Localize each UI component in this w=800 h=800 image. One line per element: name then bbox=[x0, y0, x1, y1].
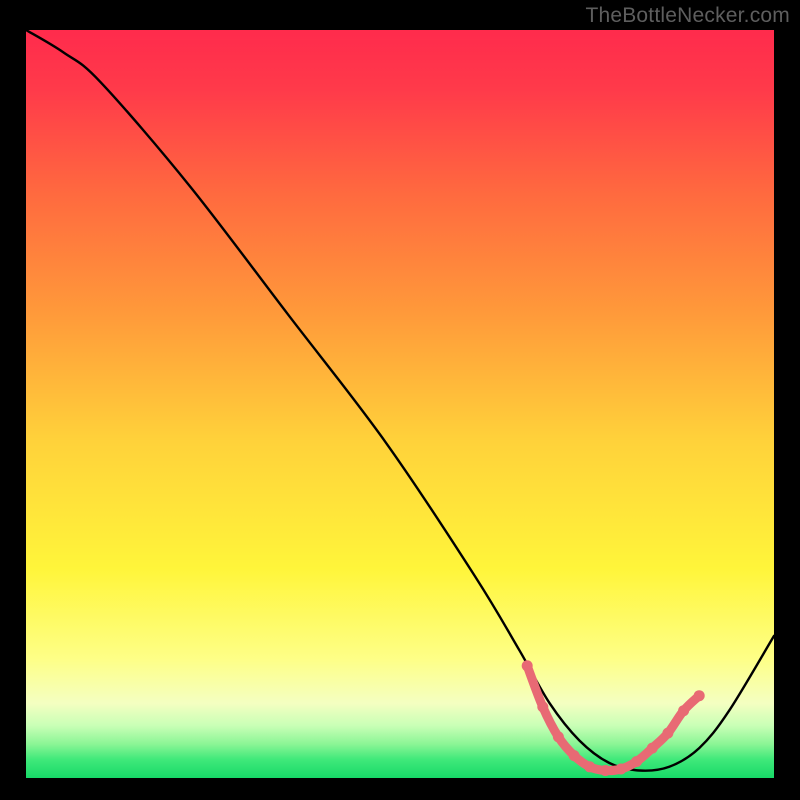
plot-area bbox=[26, 30, 774, 778]
bottleneck-chart bbox=[26, 30, 774, 778]
marker-dot bbox=[616, 764, 627, 775]
marker-dot bbox=[694, 690, 705, 701]
gradient-background bbox=[26, 30, 774, 778]
marker-dot bbox=[678, 705, 689, 716]
chart-container: TheBottleNecker.com bbox=[0, 0, 800, 800]
marker-dot bbox=[631, 756, 642, 767]
marker-dot bbox=[662, 728, 673, 739]
marker-dot bbox=[569, 750, 580, 761]
attribution-label: TheBottleNecker.com bbox=[585, 4, 790, 28]
marker-dot bbox=[537, 701, 548, 712]
marker-dot bbox=[600, 765, 611, 776]
marker-dot bbox=[647, 743, 658, 754]
marker-dot bbox=[584, 761, 595, 772]
marker-dot bbox=[553, 731, 564, 742]
marker-dot bbox=[522, 660, 533, 671]
